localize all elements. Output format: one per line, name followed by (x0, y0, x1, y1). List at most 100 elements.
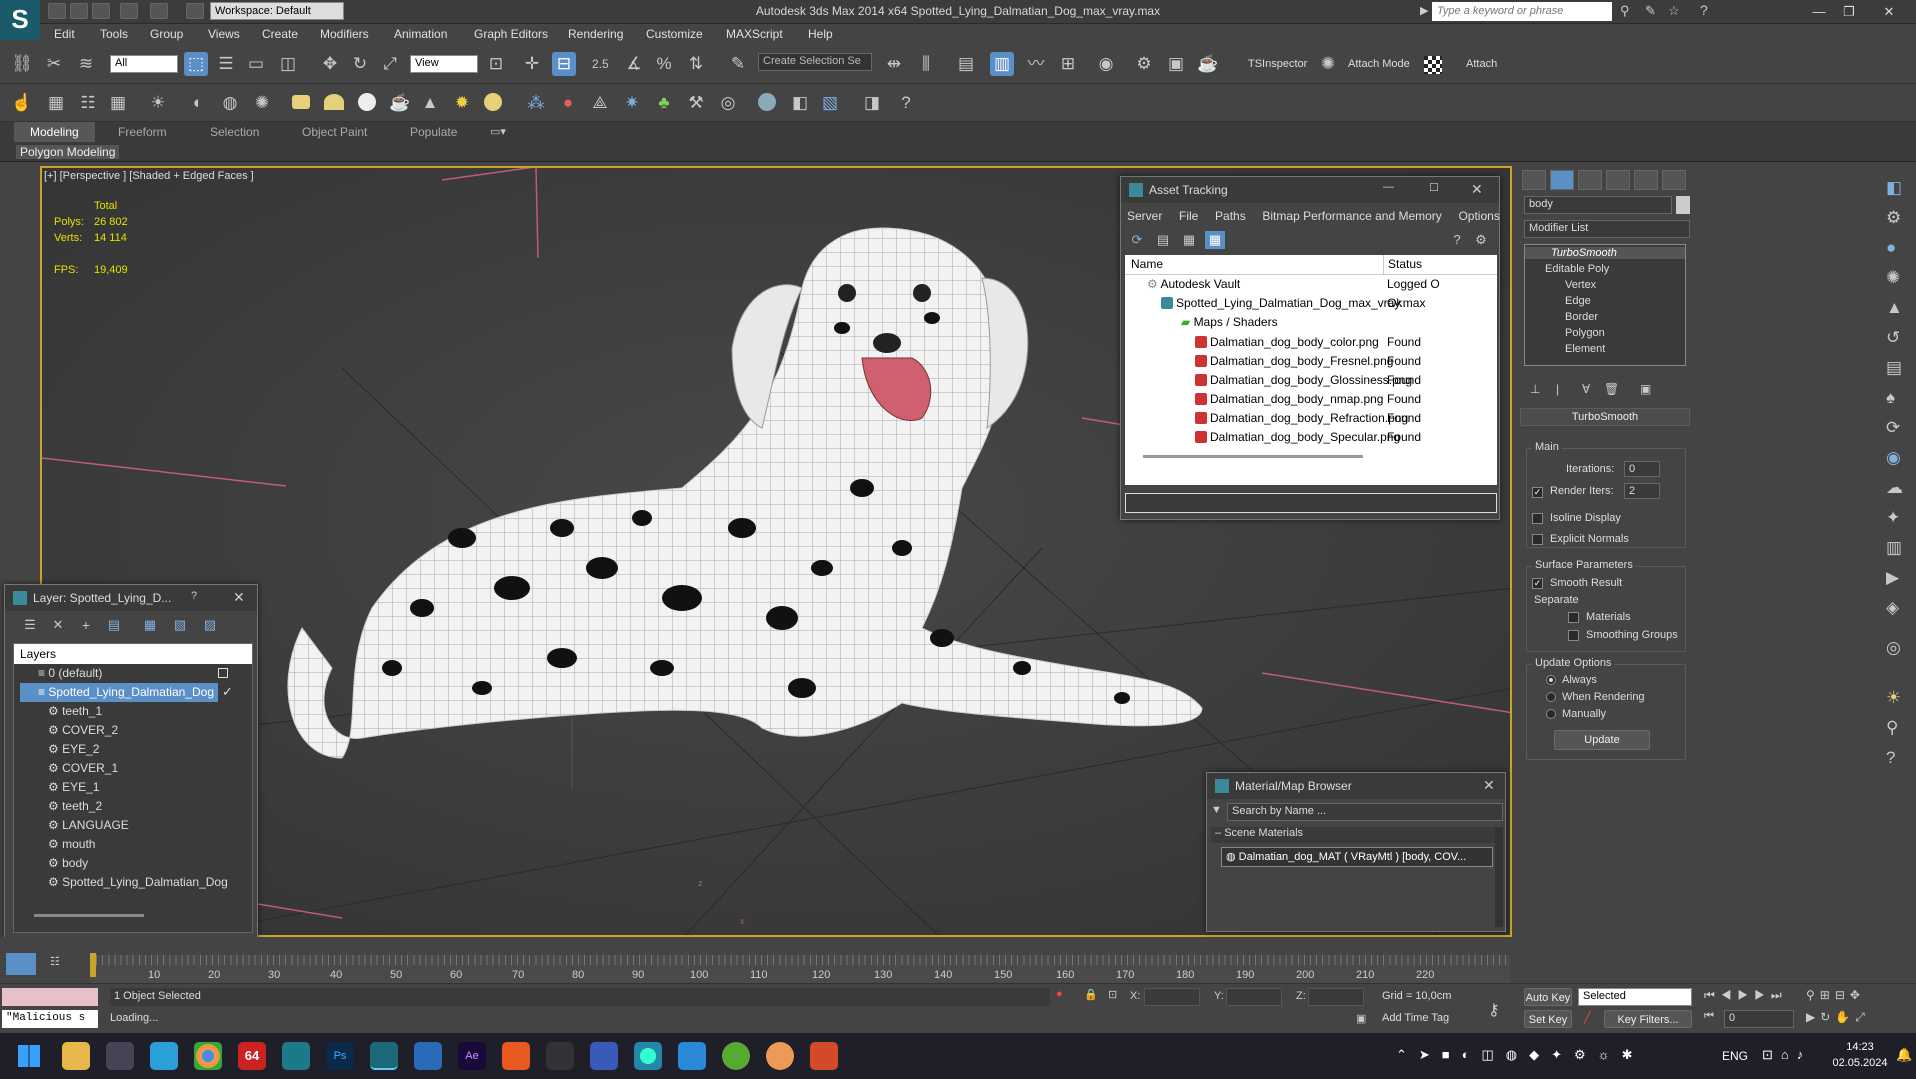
timeline-toggle-icon[interactable]: ☷ (50, 955, 60, 968)
key-mode-dropdown[interactable]: Selected (1578, 988, 1692, 1006)
clock-date[interactable]: 02.05.2024 (1822, 1057, 1898, 1069)
select-object-icon[interactable]: ⬚ (184, 52, 208, 76)
new-layer-icon[interactable]: + (75, 615, 97, 635)
open-icon[interactable] (70, 3, 88, 19)
app-64-icon[interactable]: 64 (238, 1042, 266, 1070)
project-folder-icon[interactable] (186, 3, 204, 19)
proxy-icon[interactable]: ● (556, 91, 580, 115)
file-explorer-icon[interactable] (62, 1042, 90, 1070)
asset-minimize-button[interactable]: — (1383, 181, 1394, 193)
object-eye-2[interactable]: ⚙ EYE_2 (48, 740, 99, 759)
isolate-icon[interactable]: ● (1056, 988, 1063, 1000)
create-tab-icon[interactable] (1522, 170, 1546, 190)
strip-rotate-icon[interactable]: ⟳ (1886, 416, 1900, 440)
move-icon[interactable]: ✥ (318, 52, 342, 76)
restore-button[interactable]: ❐ (1834, 4, 1864, 20)
save-app-icon[interactable] (590, 1042, 618, 1070)
asset-maximize-button[interactable]: ☐ (1429, 181, 1439, 194)
current-frame-field[interactable]: 0 (1724, 1010, 1794, 1028)
stack-edge[interactable]: Edge (1565, 295, 1591, 307)
render-iters-checkbox[interactable]: ✓ (1532, 487, 1543, 498)
task-view-icon[interactable] (106, 1042, 134, 1070)
render-iters-spinner[interactable]: 2 (1624, 483, 1660, 499)
dome-icon[interactable] (324, 94, 344, 110)
physical-camera-icon[interactable]: ◎ (716, 91, 740, 115)
refresh-icon[interactable]: ⟳ (1127, 231, 1147, 249)
strip-cloud-icon[interactable]: ☁ (1886, 476, 1903, 500)
cone-light-icon[interactable]: ▲ (418, 91, 442, 115)
notepad-icon[interactable] (414, 1042, 442, 1070)
add-to-layer-icon[interactable]: ▤ (103, 615, 125, 635)
asset-row-vault[interactable]: ⚙ Autodesk Vault (1147, 275, 1240, 294)
utilities-tab-icon[interactable] (1662, 170, 1686, 190)
communication-icon[interactable]: ✎ (1645, 3, 1656, 19)
menu-edit[interactable]: Edit (54, 27, 75, 41)
material-options-icon[interactable]: ▼ (1211, 804, 1222, 816)
select-by-name-icon[interactable]: ☰ (214, 52, 238, 76)
tray-icons[interactable]: ⌃➤■◐◫◍◆✦⚙☼✱ (1396, 1047, 1644, 1063)
tab-modeling[interactable]: Modeling (14, 122, 95, 142)
list-icon[interactable]: ☷ (76, 91, 100, 115)
ribbon-options-icon[interactable]: ▭▾ (490, 125, 506, 138)
tab-freeform[interactable]: Freeform (118, 125, 167, 139)
favorites-icon[interactable]: ☆ (1668, 3, 1680, 19)
sun-icon[interactable]: ✹ (450, 91, 474, 115)
binoculars-icon[interactable]: ⚲ (1620, 3, 1630, 19)
help-icon[interactable]: ? (1700, 2, 1708, 18)
asset-scrollbar[interactable] (1143, 455, 1363, 458)
s-app-icon[interactable] (678, 1042, 706, 1070)
tab-object-paint[interactable]: Object Paint (302, 125, 367, 139)
hide-layer-icon[interactable]: ▨ (199, 615, 221, 635)
attach-button[interactable]: Attach (1466, 58, 1497, 70)
strip-light-icon[interactable]: ● (1886, 236, 1896, 260)
menu-create[interactable]: Create (262, 27, 298, 41)
strip-walk-icon[interactable]: ⚲ (1886, 716, 1898, 740)
render-setup-icon[interactable]: ⚙ (1132, 52, 1156, 76)
highlight-layer-icon[interactable]: ▧ (169, 615, 191, 635)
curve-editor-icon[interactable]: 〰 (1024, 52, 1048, 76)
hierarchy-tab-icon[interactable] (1578, 170, 1602, 190)
strip-play-icon[interactable]: ▶ (1886, 566, 1899, 590)
keyboard-shortcut-override-icon[interactable]: ⊟ (552, 52, 576, 76)
tree-view-icon[interactable]: ▦ (1179, 231, 1199, 249)
menu-graph-editors[interactable]: Graph Editors (474, 27, 548, 41)
vfb-icon[interactable]: ✺ (250, 91, 274, 115)
fur-icon[interactable]: ⁂ (524, 91, 548, 115)
link-icon[interactable]: ⛓ (10, 52, 34, 76)
edit-named-selection-icon[interactable]: ✎ (726, 52, 750, 76)
strip-sun-icon[interactable]: ☀ (1886, 686, 1901, 710)
time-tag-icon[interactable]: ▣ (1356, 1012, 1366, 1025)
strip-cone-icon[interactable]: ▲ (1886, 296, 1903, 320)
asset-row-glossiness[interactable]: Dalmatian_dog_body_Glossiness.png (1195, 371, 1412, 390)
set-key-button[interactable]: Set Key (1524, 1010, 1572, 1028)
percent-snap-icon[interactable]: % (652, 52, 676, 76)
search-arrow-icon[interactable]: ▶ (1420, 4, 1428, 17)
layer-dalmatian[interactable]: ≡ Spotted_Lying_Dalmatian_Dog (20, 683, 218, 702)
minimize-button[interactable]: — (1804, 4, 1834, 20)
pivot-icon[interactable]: ⊡ (484, 52, 508, 76)
maxscript-listener-input[interactable]: "Malicious s (2, 1010, 98, 1028)
strip-book-icon[interactable]: ▤ (1886, 356, 1902, 380)
search-input[interactable]: Type a keyword or phrase (1432, 2, 1612, 21)
material-editor-icon[interactable]: ◉ (1094, 52, 1118, 76)
mirror-icon[interactable]: ⇹ (882, 52, 906, 76)
material-close-button[interactable]: ✕ (1483, 777, 1495, 794)
asset-col-status[interactable]: Status (1383, 255, 1422, 274)
display-tab-icon[interactable] (1634, 170, 1658, 190)
menu-modifiers[interactable]: Modifiers (320, 27, 369, 41)
save-icon[interactable] (92, 3, 110, 19)
motion-tab-icon[interactable] (1606, 170, 1630, 190)
material-item[interactable]: ◍ Dalmatian_dog_MAT ( VRayMtl ) [body, C… (1221, 847, 1493, 867)
layer-active-check-icon[interactable]: ✓ (222, 684, 233, 700)
layer-manager-icon[interactable]: ▤ (954, 52, 978, 76)
time-ruler[interactable]: 10 20 30 40 50 60 70 80 90 100 110 120 1… (90, 953, 1510, 983)
maxscript-listener-pink[interactable] (2, 988, 98, 1006)
clock-time[interactable]: 14:23 (1832, 1041, 1888, 1053)
new-icon[interactable] (48, 3, 66, 19)
select-layer-icon[interactable]: ▦ (139, 615, 161, 635)
smooth-result-checkbox[interactable]: ✓ (1532, 578, 1543, 589)
playback-controls[interactable]: ⏮◀▶▶⏭ (1704, 988, 1788, 1003)
when-rendering-radio[interactable] (1546, 692, 1556, 702)
sphere-icon[interactable] (758, 93, 776, 111)
y-coord-field[interactable] (1226, 988, 1282, 1006)
